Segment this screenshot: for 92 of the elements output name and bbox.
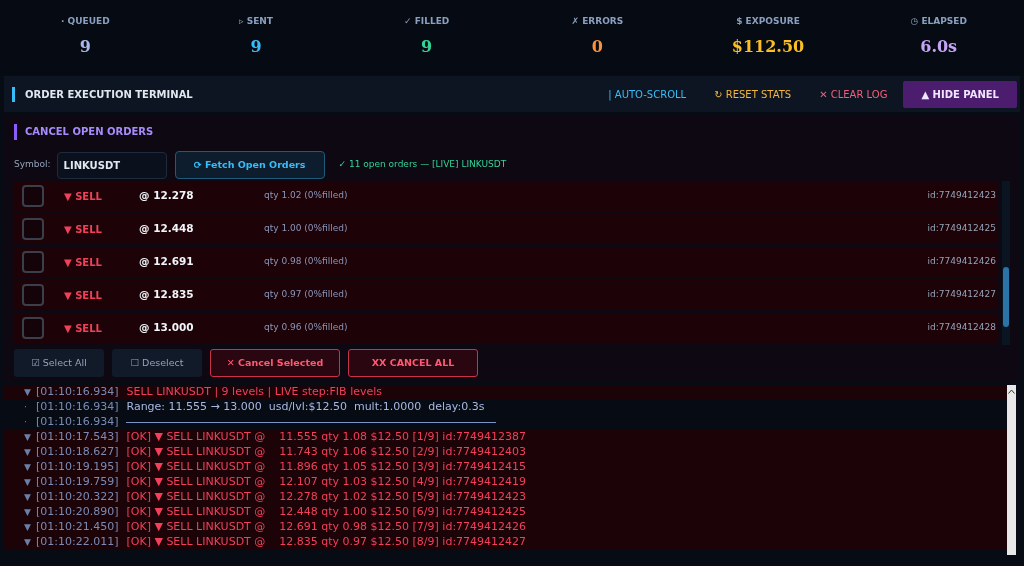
- stat-label: ▹ SENT: [239, 15, 273, 29]
- checkbox[interactable]: [22, 185, 44, 207]
- order-price: @ 12.691: [139, 254, 195, 270]
- checkbox[interactable]: [22, 317, 44, 339]
- toolbar-button[interactable]: ✕ CLEAR LOG: [807, 80, 900, 108]
- order-quantity: qty 0.97 (0%filled): [264, 288, 349, 302]
- order-id: id:7749412428: [927, 321, 996, 335]
- log-timestamp: [01:10:21.450]: [36, 519, 119, 536]
- log-marker: ▼: [24, 460, 32, 474]
- log-message: [OK] ▼ SELL LINKUSDT @ 12.278 qty 1.02 $12.50 [5/9] id:7749412423: [126, 489, 527, 506]
- order-row[interactable]: ▼ SELL @ 13.000 qty 0.96 (0%filled) id:7749412428: [14, 313, 998, 343]
- select-button[interactable]: ☐ Deselect: [112, 349, 202, 377]
- log-message: [OK] ▼ SELL LINKUSDT @ 12.107 qty 1.03 $12.50 [4/9] id:7749412419: [126, 474, 527, 491]
- select-button[interactable]: ☑ Select All: [14, 349, 104, 377]
- log-marker: ▼: [24, 520, 32, 534]
- order-side: ▼ SELL: [64, 321, 103, 336]
- log-message: [OK] ▼ SELL LINKUSDT @ 12.691 qty 0.98 $12.50 [7/9] id:7749412426: [126, 519, 527, 536]
- stat-value: 9: [79, 35, 91, 58]
- scroll-up-icon[interactable]: [1008, 389, 1015, 394]
- scrollbar-thumb[interactable]: [1003, 267, 1009, 327]
- section-title: CANCEL OPEN ORDERS: [14, 124, 1010, 140]
- order-quantity: qty 0.98 (0%filled): [264, 255, 349, 269]
- order-side: ▼ SELL: [64, 189, 103, 204]
- stat-label: ✓ FILLED: [404, 15, 450, 29]
- log-marker: ▼: [24, 385, 32, 399]
- order-side: ▼ SELL: [64, 222, 103, 237]
- log-timestamp: [01:10:16.934]: [36, 414, 119, 431]
- order-quantity: qty 1.00 (0%filled): [264, 222, 349, 236]
- stat-label: · QUEUED: [61, 15, 110, 29]
- order-price: @ 12.835: [139, 287, 195, 303]
- order-row[interactable]: ▼ SELL @ 12.278 qty 1.02 (0%filled) id:7749412423: [14, 181, 998, 211]
- order-id: id:7749412427: [927, 288, 996, 302]
- log-marker: ▼: [24, 430, 32, 444]
- toolbar-button[interactable]: ↻ RESET STATS: [702, 80, 804, 108]
- panel-title: ORDER EXECUTION TERMINAL: [12, 86, 193, 102]
- order-price: @ 13.000: [139, 320, 195, 336]
- log-message: [OK] ▼ SELL LINKUSDT @ 11.555 qty 1.08 $12.50 [1/9] id:7749412387: [126, 429, 527, 446]
- log-marker: ·: [24, 415, 28, 429]
- log-marker: ▼: [24, 535, 32, 549]
- log-message: [OK] ▼ SELL LINKUSDT @ 12.835 qty 0.97 $12.50 [8/9] id:7749412427: [126, 534, 527, 551]
- order-side: ▼ SELL: [64, 255, 103, 270]
- checkbox[interactable]: [22, 284, 44, 306]
- log-message: [OK] ▼ SELL LINKUSDT @ 11.743 qty 1.06 $12.50 [2/9] id:7749412403: [126, 444, 527, 461]
- log-marker: ·: [24, 400, 28, 414]
- stat-value: 9: [250, 35, 262, 58]
- order-id: id:7749412425: [927, 222, 996, 236]
- order-price: @ 12.278: [139, 188, 195, 204]
- log-message: [OK] ▼ SELL LINKUSDT @ 11.896 qty 1.05 $12.50 [3/9] id:7749412415: [126, 459, 527, 476]
- log-timestamp: [01:10:18.627]: [36, 444, 119, 461]
- log-timestamp: [01:10:22.011]: [36, 534, 119, 551]
- toggle-button[interactable]: | AUTO-SCROLL: [596, 80, 699, 108]
- log-timestamp: [01:10:19.759]: [36, 474, 119, 491]
- order-quantity: qty 0.96 (0%filled): [264, 321, 349, 335]
- stat-label: $ EXPOSURE: [736, 15, 800, 29]
- stat-value: 9: [421, 35, 433, 58]
- stat-value: 6.0s: [920, 35, 958, 58]
- symbol-label: Symbol:: [14, 158, 51, 172]
- stat-value: 0: [591, 35, 603, 58]
- scrollbar[interactable]: [1007, 385, 1016, 555]
- stat-value: $112.50: [731, 35, 805, 58]
- stat-label: ✗ ERRORS: [571, 15, 624, 29]
- log-marker: ▼: [24, 490, 32, 504]
- log-timestamp: [01:10:16.934]: [36, 399, 119, 416]
- stat-label: ◷ ELAPSED: [910, 15, 967, 29]
- log-message: SELL LINKUSDT | 9 levels | LIVE step:FIB levels: [126, 385, 383, 401]
- cancel-button[interactable]: ✕ Cancel Selected: [210, 349, 340, 377]
- log-timestamp: [01:10:20.890]: [36, 504, 119, 521]
- order-id: id:7749412423: [927, 189, 996, 203]
- checkbox[interactable]: [22, 251, 44, 273]
- cancel-button[interactable]: XX CANCEL ALL: [348, 349, 478, 377]
- order-price: @ 12.448: [139, 221, 195, 237]
- log-message: Range: 11.555 → 13.000 usd/lvl:$12.50 mult:1.0000 delay:0.3s: [126, 399, 485, 416]
- log-marker: ▼: [24, 475, 32, 489]
- order-row[interactable]: ▼ SELL @ 12.835 qty 0.97 (0%filled) id:7749412427: [14, 280, 998, 310]
- checkbox[interactable]: [22, 218, 44, 240]
- log-timestamp: [01:10:19.195]: [36, 459, 119, 476]
- order-row[interactable]: ▼ SELL @ 12.448 qty 1.00 (0%filled) id:7749412425: [14, 214, 998, 244]
- fetch-button[interactable]: ⟳ Fetch Open Orders: [174, 151, 325, 179]
- log-marker: ▼: [24, 445, 32, 459]
- log-marker: ▼: [24, 505, 32, 519]
- status-text: ✓ 11 open orders — [LIVE] LINKUSDT: [338, 158, 507, 172]
- log-timestamp: [01:10:20.322]: [36, 489, 119, 506]
- order-id: id:7749412426: [927, 255, 996, 269]
- order-row[interactable]: ▼ SELL @ 12.691 qty 0.98 (0%filled) id:7749412426: [14, 247, 998, 277]
- order-side: ▼ SELL: [64, 288, 103, 303]
- log-message: [OK] ▼ SELL LINKUSDT @ 12.448 qty 1.00 $12.50 [6/9] id:7749412425: [126, 504, 527, 521]
- order-quantity: qty 1.02 (0%filled): [264, 189, 349, 203]
- log-timestamp: [01:10:16.934]: [36, 385, 119, 401]
- symbol-field[interactable]: LINKUSDT: [56, 151, 167, 179]
- log-timestamp: [01:10:17.543]: [36, 429, 119, 446]
- scrollbar[interactable]: [1002, 181, 1010, 345]
- hide-panel-button[interactable]: ▲ HIDE PANEL: [903, 80, 1017, 108]
